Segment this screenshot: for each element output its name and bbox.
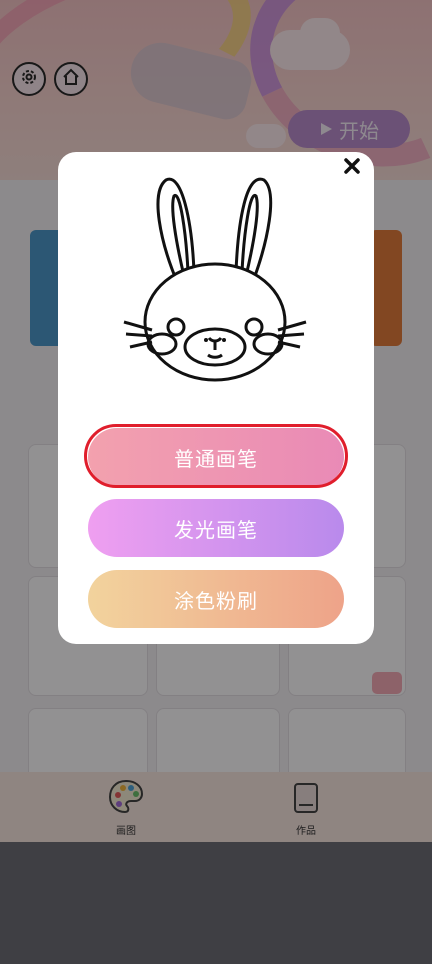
normal-brush-button[interactable]: 普通画笔: [88, 428, 344, 486]
fill-brush-button[interactable]: 涂色粉刷: [88, 570, 344, 628]
fill-brush-label: 涂色粉刷: [174, 588, 258, 613]
close-icon: [344, 158, 360, 178]
normal-brush-label: 普通画笔: [174, 446, 258, 471]
glow-brush-label: 发光画笔: [174, 517, 258, 542]
close-button[interactable]: [340, 154, 364, 182]
glow-brush-button[interactable]: 发光画笔: [88, 499, 344, 557]
empty-area: [0, 842, 432, 964]
bunny-illustration: [123, 177, 307, 382]
brush-select-dialog: 普通画笔 发光画笔 涂色粉刷: [58, 152, 374, 644]
